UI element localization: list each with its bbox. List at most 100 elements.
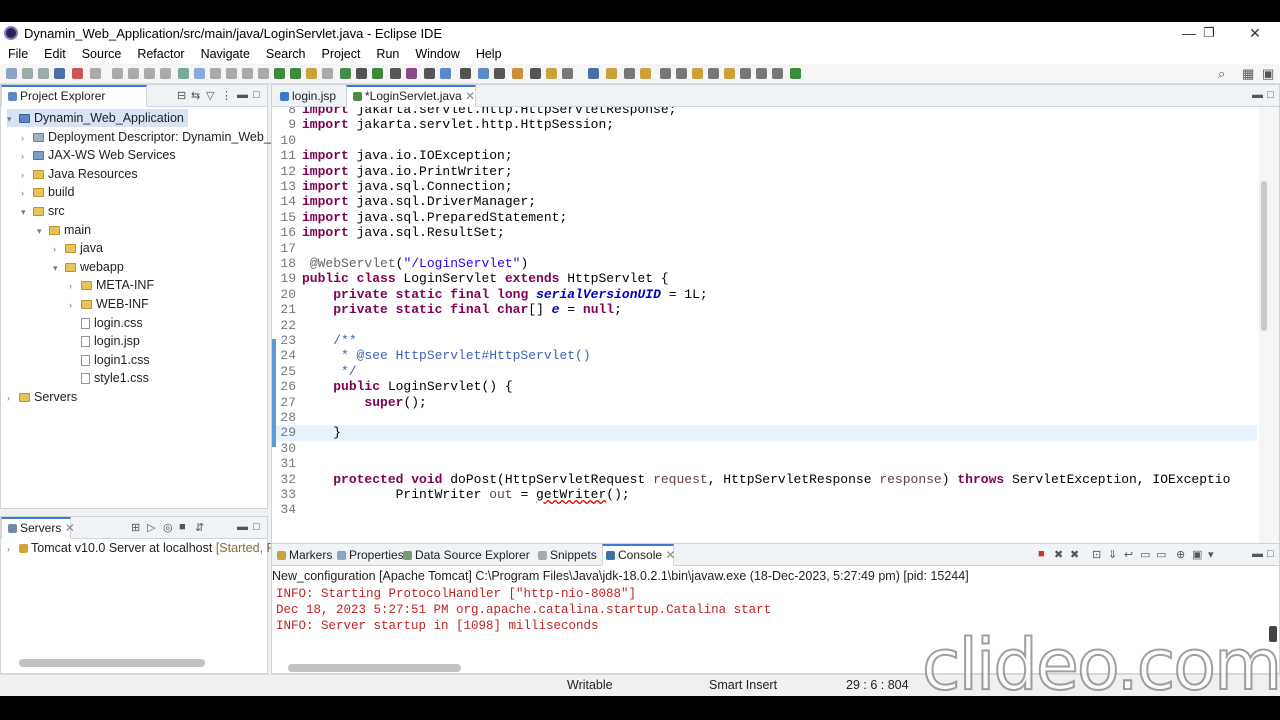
tree-item[interactable]: › Java Resources [21,165,138,183]
code-line[interactable]: 18 @WebServlet("/LoginServlet") [272,256,1257,271]
code-line[interactable]: 16 import java.sql.ResultSet; [272,225,1257,240]
toolbar-button-icon[interactable] [562,68,573,79]
menu-item[interactable]: Refactor [137,47,184,61]
code-editor[interactable]: 8 import jakarta.servlet.http.HttpServlet… [272,107,1257,545]
expand-icon[interactable]: › [69,296,81,314]
expand-icon[interactable]: › [21,129,33,147]
toolbar-button-icon[interactable] [22,68,33,79]
menu-item[interactable]: Search [266,47,306,61]
code-line[interactable]: 8 import jakarta.servlet.http.HttpServlet… [272,107,1257,117]
toolbar-button-icon[interactable] [144,68,155,79]
toolbar-button-icon[interactable] [322,68,333,79]
open-console-icon[interactable]: ▾ [1208,548,1214,561]
menu-item[interactable]: Source [82,47,122,61]
tree-item[interactable]: login.jsp [69,332,140,350]
toolbar-button-icon[interactable] [258,68,269,79]
menu-item[interactable]: Edit [44,47,66,61]
close-tab-icon[interactable]: ✕ [465,89,475,103]
servers-hscroll[interactable] [19,659,205,667]
toolbar-button-icon[interactable] [676,68,687,79]
tab-project-explorer[interactable]: Project Explorer [1,85,147,107]
code-line[interactable]: 15 import java.sql.PreparedStatement; [272,210,1257,225]
show-console-icon[interactable]: ▭ [1140,548,1150,561]
tree-item[interactable]: › Deployment Descriptor: Dynamin_Web_A [21,128,279,146]
view-menu-icon[interactable]: ⋮ [221,89,232,102]
tree-item[interactable]: style1.css [69,369,149,387]
collapse-all-icon[interactable]: ⊟ [177,89,186,102]
toolbar-button-icon[interactable] [440,68,451,79]
code-line[interactable]: 22 [272,318,1257,333]
toolbar-button-icon[interactable] [306,68,317,79]
debug-server-icon[interactable]: ⊞ [131,521,140,534]
toolbar-button-icon[interactable] [588,68,599,79]
code-line[interactable]: 17 [272,241,1257,256]
maximize-view-icon[interactable]: □ [253,521,260,533]
toolbar-button-icon[interactable] [160,68,171,79]
toolbar-button-icon[interactable] [226,68,237,79]
collapse-icon[interactable]: ▾ [37,222,49,240]
code-line[interactable]: 24 * @see HttpServlet#HttpServlet() [272,348,1257,363]
tab-login-jsp[interactable]: login.jsp [274,85,344,107]
expand-icon[interactable]: › [53,240,65,258]
minimize-view-icon[interactable]: ▬ [1252,89,1263,101]
clear-console-icon[interactable]: ⊡ [1092,548,1101,561]
toolbar-button-icon[interactable] [356,68,367,79]
code-line[interactable]: 12 import java.io.PrintWriter; [272,164,1257,179]
toolbar-button-icon[interactable] [242,68,253,79]
toolbar-button-icon[interactable] [290,68,301,79]
tab-loginservlet-java[interactable]: *LoginServlet.java ✕ [346,85,476,107]
toolbar-button-icon[interactable] [194,68,205,79]
tab-servers[interactable]: Servers ✕ [1,517,75,539]
code-line[interactable]: 11 import java.io.IOException; [272,148,1257,163]
expand-icon[interactable]: › [21,147,33,165]
code-line[interactable]: 20 private static final long serialVersi… [272,287,1257,302]
code-line[interactable]: 33 PrintWriter out = getWriter(); [272,487,1257,502]
code-line[interactable]: 26 public LoginServlet() { [272,379,1257,394]
tree-item[interactable]: › java [53,239,103,257]
scroll-lock-icon[interactable]: ⇓ [1108,548,1117,561]
menu-item[interactable]: Project [322,47,361,61]
toolbar-button-icon[interactable] [178,68,189,79]
profile-server-icon[interactable]: ◎ [163,521,173,534]
code-line[interactable]: 30 [272,441,1257,456]
toolbar-button-icon[interactable] [38,68,49,79]
bottom-tab[interactable]: Snippets [535,544,600,566]
menu-item[interactable]: Window [415,47,459,61]
toolbar-button-icon[interactable] [460,68,471,79]
display-console-icon[interactable]: ▭ [1156,548,1166,561]
tree-item[interactable]: login1.css [69,351,150,369]
code-line[interactable]: 10 [272,133,1257,148]
toolbar-button-icon[interactable] [740,68,751,79]
toolbar-button-icon[interactable] [772,68,783,79]
maximize-view-icon[interactable]: □ [1267,89,1274,101]
code-line[interactable]: 21 private static final char[] e = null; [272,302,1257,317]
remove-launch-icon[interactable]: ✖ [1054,548,1063,561]
toolbar-button-icon[interactable] [54,68,65,79]
terminate-icon[interactable]: ■ [1038,548,1045,560]
toolbar-button-icon[interactable] [530,68,541,79]
collapse-icon[interactable]: ▾ [53,259,65,277]
menu-item[interactable]: Run [376,47,399,61]
maximize-view-icon[interactable]: □ [1267,548,1274,560]
toolbar-button-icon[interactable] [340,68,351,79]
toolbar-button-icon[interactable] [606,68,617,79]
word-wrap-icon[interactable]: ↩ [1124,548,1133,561]
code-line[interactable]: 25 */ [272,364,1257,379]
minimize-view-icon[interactable]: ▬ [237,89,248,101]
expand-icon[interactable]: › [21,184,33,202]
toolbar-button-icon[interactable] [640,68,651,79]
editor-vscroll[interactable] [1259,107,1279,543]
publish-icon[interactable]: ⇵ [195,521,204,534]
toolbar-button-icon[interactable] [790,68,801,79]
console-hscroll[interactable] [288,664,461,672]
tree-item[interactable]: ▾ src [21,202,65,220]
tree-item[interactable]: ▾ webapp [53,258,124,276]
minimize-view-icon[interactable]: ▬ [237,521,248,533]
toolbar-button-icon[interactable] [724,68,735,79]
code-line[interactable]: 23 /** [272,333,1257,348]
maximize-view-icon[interactable]: □ [253,89,260,101]
code-line[interactable]: 14 import java.sql.DriverManager; [272,194,1257,209]
code-line[interactable]: 19 public class LoginServlet extends Http… [272,271,1257,286]
toolbar-button-icon[interactable] [512,68,523,79]
toolbar-button-icon[interactable] [546,68,557,79]
